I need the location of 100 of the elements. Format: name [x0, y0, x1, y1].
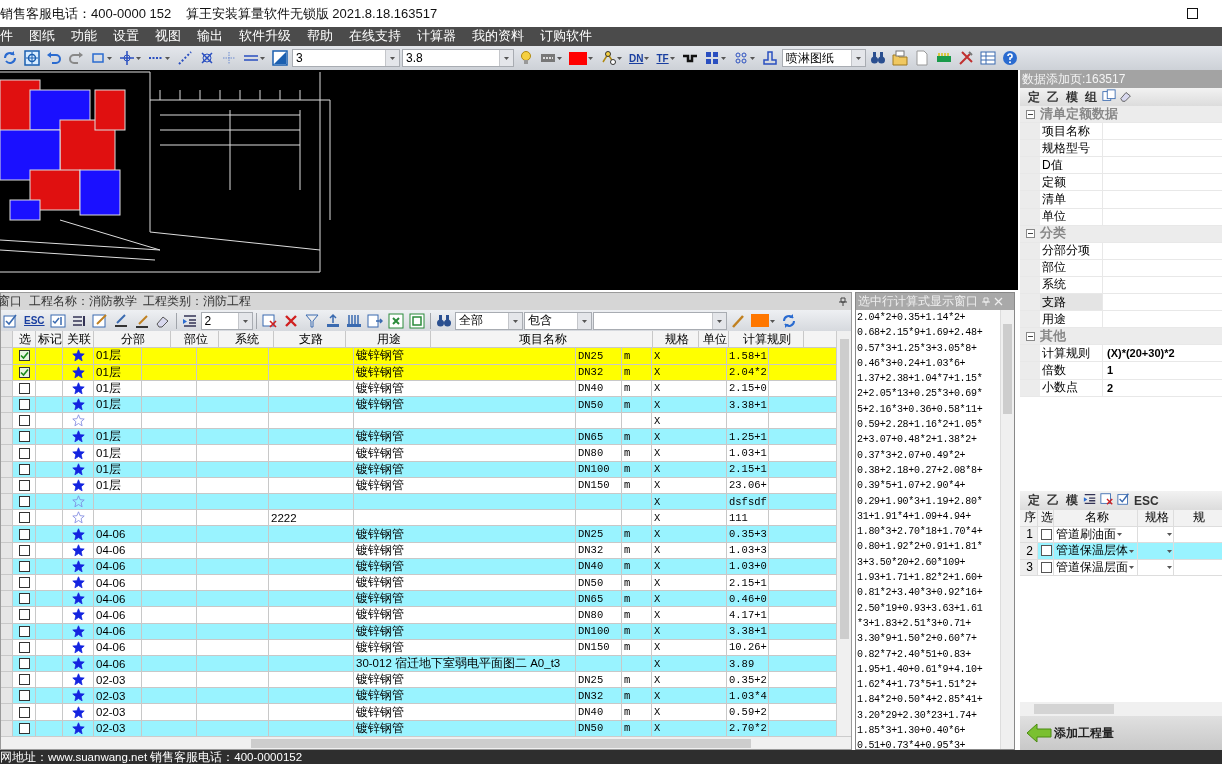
scale-dropdown[interactable]: 3.8: [402, 49, 514, 67]
escape-button[interactable]: ESC: [22, 310, 47, 331]
column-header[interactable]: 序: [1020, 510, 1038, 526]
toolbar-button[interactable]: 模: [1064, 89, 1080, 105]
scrollbar-thumb[interactable]: [1003, 324, 1012, 414]
star-icon[interactable]: [71, 478, 85, 492]
checkbox[interactable]: [18, 528, 30, 540]
column-header[interactable]: 部位: [171, 331, 219, 348]
star-icon[interactable]: [71, 705, 85, 719]
collapse-icon[interactable]: [1025, 109, 1035, 119]
toolbar-button[interactable]: 模: [1064, 492, 1080, 509]
checkbox[interactable]: [18, 431, 30, 443]
menu-item[interactable]: 软件升级: [239, 28, 291, 45]
checkbox[interactable]: [18, 512, 30, 524]
property-label[interactable]: 规格型号: [1040, 140, 1103, 157]
column-header[interactable]: 关联: [63, 331, 94, 348]
star-icon[interactable]: [71, 624, 85, 638]
star-icon[interactable]: [71, 657, 85, 670]
property-label[interactable]: 计算规则: [1040, 345, 1103, 362]
checkbox[interactable]: [18, 447, 30, 459]
tools-icon[interactable]: [957, 50, 974, 66]
maximize-icon[interactable]: [1187, 8, 1198, 19]
checkbox[interactable]: [18, 463, 30, 475]
checkbox[interactable]: [18, 577, 30, 589]
star-icon[interactable]: [71, 689, 85, 703]
underline-icon[interactable]: [133, 312, 150, 329]
checkbox[interactable]: [18, 690, 30, 702]
column-header[interactable]: 规: [1174, 510, 1222, 526]
escape-button[interactable]: ESC: [1134, 492, 1159, 509]
toolbar-button[interactable]: 乙: [1045, 492, 1061, 509]
line-width-dropdown[interactable]: 3: [292, 49, 400, 67]
star-icon[interactable]: [71, 365, 85, 379]
checkbox[interactable]: [18, 658, 30, 669]
excel-icon[interactable]: [387, 312, 404, 329]
property-label[interactable]: 支路: [1040, 294, 1103, 311]
property-label[interactable]: 清单: [1040, 191, 1103, 208]
filter-icon[interactable]: [303, 312, 320, 329]
search-field[interactable]: [592, 311, 727, 330]
checkbox[interactable]: [18, 560, 30, 572]
star-icon[interactable]: [71, 527, 85, 541]
scope-dropdown[interactable]: 全部: [454, 311, 523, 330]
star-icon[interactable]: [71, 430, 85, 444]
collapse-icon[interactable]: [1025, 331, 1035, 341]
checkbox[interactable]: [18, 593, 30, 605]
sync-icon[interactable]: [780, 312, 797, 329]
toolbar-button[interactable]: 乙: [1045, 89, 1061, 105]
search-icon[interactable]: [435, 312, 452, 329]
menu-item[interactable]: 帮助: [307, 28, 333, 45]
pipe-size-button[interactable]: DN: [627, 48, 653, 68]
import-icon[interactable]: [408, 312, 425, 329]
checkbox[interactable]: [18, 625, 30, 637]
star-icon[interactable]: [71, 381, 85, 395]
scrollbar[interactable]: [1020, 702, 1222, 716]
node-tool-icon[interactable]: [600, 50, 616, 66]
menu-item[interactable]: 视图: [155, 28, 181, 45]
rows-dropdown[interactable]: 2: [200, 311, 253, 330]
checkbox[interactable]: [18, 496, 30, 508]
indent-icon[interactable]: [1083, 492, 1097, 506]
refresh-icon[interactable]: [2, 50, 18, 66]
column-header[interactable]: 分部: [94, 331, 171, 348]
checkbox[interactable]: [18, 544, 30, 556]
menu-item[interactable]: 输出: [197, 28, 223, 45]
star-icon[interactable]: [71, 462, 85, 476]
toolbar-button[interactable]: 组: [1083, 89, 1099, 105]
cross-node-icon[interactable]: [199, 50, 215, 66]
scrollbar-thumb[interactable]: [839, 339, 849, 640]
checkbox[interactable]: [18, 415, 30, 427]
collapse-icon[interactable]: [1025, 229, 1035, 239]
scale-icon[interactable]: [272, 50, 288, 66]
column-header[interactable]: 计算规则: [729, 331, 804, 348]
checkbox[interactable]: [18, 366, 30, 378]
upload-icon[interactable]: [324, 312, 341, 329]
column-header[interactable]: 标记: [36, 331, 63, 348]
star-icon[interactable]: [71, 576, 85, 590]
star-icon[interactable]: [71, 559, 85, 573]
toolbar-button[interactable]: 定: [1026, 89, 1042, 105]
scrollbar[interactable]: [836, 331, 851, 737]
column-header[interactable]: 系统: [219, 331, 274, 348]
checkbox[interactable]: [18, 479, 30, 491]
property-label[interactable]: 用途: [1040, 311, 1103, 328]
scrollbar[interactable]: [1, 736, 851, 749]
checkbox[interactable]: [18, 674, 30, 686]
scrollbar-thumb[interactable]: [1034, 704, 1114, 714]
checkbox[interactable]: [18, 706, 30, 718]
menu-item[interactable]: 设置: [113, 28, 139, 45]
menu-item[interactable]: 在线支持: [349, 28, 401, 45]
fit-view-icon[interactable]: [24, 50, 40, 66]
menu-item[interactable]: 件: [0, 28, 13, 45]
column-header[interactable]: 名称: [1054, 510, 1138, 526]
undo-icon[interactable]: [46, 50, 62, 66]
star-icon[interactable]: [71, 414, 85, 428]
match-dropdown[interactable]: 包含: [523, 311, 592, 330]
check-all-icon[interactable]: [3, 312, 19, 329]
checkbox[interactable]: [18, 722, 30, 734]
checkbox[interactable]: [18, 382, 30, 394]
crosshair-tool-icon[interactable]: [119, 50, 135, 66]
star-icon[interactable]: [71, 543, 85, 557]
search-icon[interactable]: [869, 50, 886, 66]
rectangle-tool-icon[interactable]: [90, 50, 106, 66]
column-header[interactable]: 规格: [1138, 510, 1174, 526]
